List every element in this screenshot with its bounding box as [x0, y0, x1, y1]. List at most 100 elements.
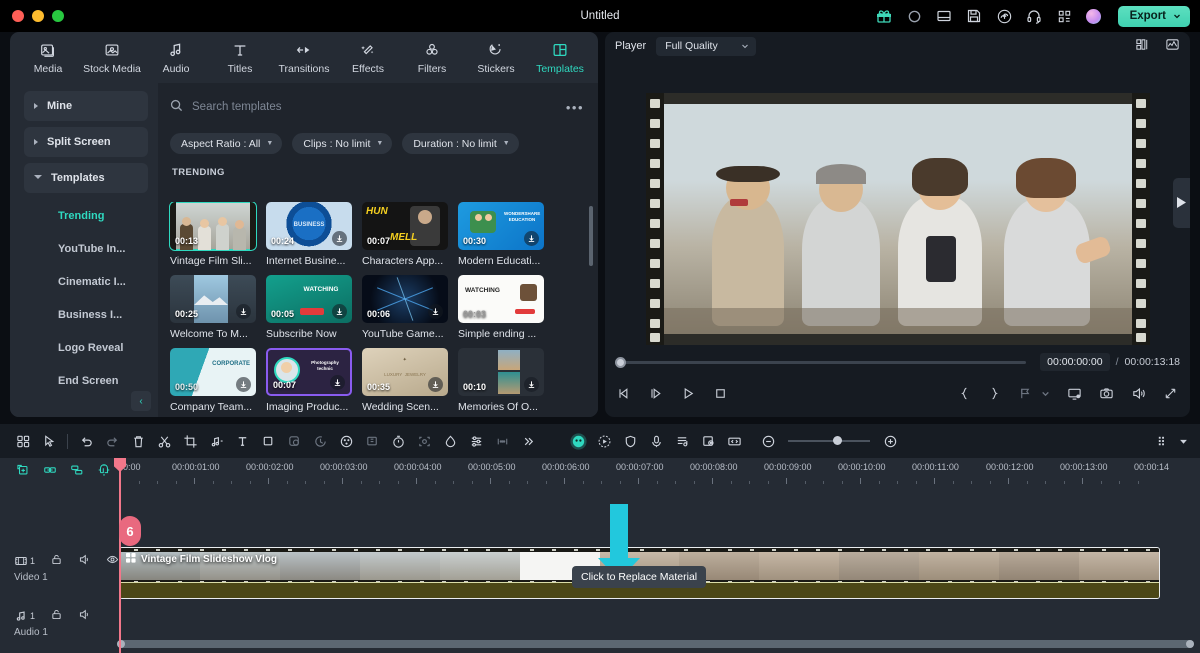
template-card[interactable]: WONDERSHARE EDUCATION 00:30 Modern Educat…	[458, 202, 544, 267]
stopwatch-icon[interactable]	[385, 428, 411, 454]
download-icon[interactable]	[236, 377, 251, 392]
template-card[interactable]: 00:06 YouTube Game...	[362, 275, 448, 340]
download-icon[interactable]	[428, 304, 443, 319]
tab-titles[interactable]: Titles	[208, 34, 272, 81]
render-grid-icon[interactable]	[1150, 428, 1176, 454]
chroma-key-icon[interactable]	[437, 428, 463, 454]
adjust-sliders-icon[interactable]	[463, 428, 489, 454]
zoom-slider-handle[interactable]	[833, 436, 843, 445]
mark-in-icon[interactable]	[958, 386, 971, 404]
filter-duration[interactable]: Duration : No limit ▼	[402, 133, 519, 154]
auto-reframe-icon[interactable]	[591, 428, 617, 454]
search-input[interactable]	[192, 101, 557, 113]
headset-icon[interactable]	[1026, 8, 1043, 25]
tab-stickers[interactable]: Stickers	[464, 34, 528, 81]
template-card[interactable]: 00:25 Welcome To M...	[170, 275, 256, 340]
sidebar-item-cinematic[interactable]: Cinematic I...	[24, 265, 148, 298]
layout-icon[interactable]	[936, 8, 953, 25]
sidebar-item-youtube-intro[interactable]: YouTube In...	[24, 232, 148, 265]
quality-select[interactable]: Full Quality	[656, 36, 757, 56]
screen-cast-icon[interactable]	[1067, 386, 1082, 404]
select-cursor-icon[interactable]	[36, 428, 62, 454]
eye-icon[interactable]	[106, 553, 119, 569]
shield-icon[interactable]	[617, 428, 643, 454]
speed-icon[interactable]	[307, 428, 333, 454]
stop-icon[interactable]	[713, 386, 728, 404]
prev-frame-icon[interactable]	[617, 386, 632, 404]
time-ruler[interactable]: 00:00 00:00:01:00 00:00:02:00 00:00:03:0…	[115, 458, 1200, 484]
preview-play-overlay-button[interactable]	[1173, 177, 1190, 228]
template-card[interactable]: WATCHING 00:03 Simple ending ...	[458, 275, 544, 340]
template-card[interactable]: WATCHING 00:05 Subscribe Now	[266, 275, 352, 340]
templates-scrollbar[interactable]	[589, 206, 593, 266]
playhead-marker-badge[interactable]: 6	[119, 516, 141, 546]
add-track-icon[interactable]	[16, 463, 30, 480]
tab-effects[interactable]: Effects	[336, 34, 400, 81]
undo-icon[interactable]	[73, 428, 99, 454]
template-card[interactable]: 00:13 Vintage Film Sli...	[169, 202, 257, 267]
sidebar-group-templates[interactable]: Templates	[24, 163, 148, 193]
split-screen-icon[interactable]	[721, 428, 747, 454]
export-button[interactable]: Export	[1117, 5, 1190, 27]
template-card[interactable]: HUN MELL 00:07 Characters App...	[362, 202, 448, 267]
sidebar-item-trending[interactable]: Trending	[24, 199, 148, 232]
template-card[interactable]: ✦ LUXURY JEWELRY 00:35 Wedding Scen...	[362, 348, 448, 413]
shape-icon[interactable]	[255, 428, 281, 454]
collapse-sidebar-button[interactable]: ‹	[131, 391, 151, 411]
audio-detach-icon[interactable]	[203, 428, 229, 454]
templates-grid[interactable]: 00:13 Vintage Film Sli... BUSINESS 00:24…	[158, 202, 598, 417]
ai-portrait-icon[interactable]	[565, 428, 591, 454]
zoom-slider[interactable]	[788, 436, 870, 445]
volume-icon[interactable]	[1131, 386, 1146, 404]
download-icon[interactable]	[428, 377, 443, 392]
seek-handle[interactable]	[615, 356, 626, 368]
chevron-down-icon[interactable]	[1176, 428, 1190, 454]
motion-track-icon[interactable]	[411, 428, 437, 454]
tab-audio[interactable]: Audio	[144, 34, 208, 81]
avatar[interactable]	[1085, 8, 1101, 24]
voiceover-icon[interactable]	[643, 428, 669, 454]
tab-filters[interactable]: Filters	[400, 34, 464, 81]
download-icon[interactable]	[332, 231, 347, 246]
waveform-scope-icon[interactable]	[1165, 37, 1180, 55]
template-card[interactable]: CORPORATE 00:50 Company Team...	[170, 348, 256, 413]
mark-out-icon[interactable]	[988, 386, 1001, 404]
step-back-icon[interactable]	[649, 386, 664, 404]
mask-icon[interactable]	[281, 428, 307, 454]
lock-icon[interactable]	[50, 553, 63, 569]
crop-icon[interactable]	[177, 428, 203, 454]
mute-icon[interactable]	[78, 553, 91, 569]
screen-record-icon[interactable]	[695, 428, 721, 454]
template-card[interactable]: BUSINESS 00:24 Internet Busine...	[266, 202, 352, 267]
marker-icon[interactable]	[1018, 386, 1033, 404]
fullscreen-icon[interactable]	[1163, 386, 1178, 404]
grid-apps-icon[interactable]	[1056, 8, 1073, 25]
track-header-audio-1[interactable]: 1 Audio 1	[14, 608, 91, 638]
template-card[interactable]: 00:10 Memories Of O...	[458, 348, 544, 413]
track-header-video-1[interactable]: 1 Video 1	[14, 553, 119, 583]
sidebar-item-business[interactable]: Business I...	[24, 298, 148, 331]
sidebar-item-logo-reveal[interactable]: Logo Reveal	[24, 331, 148, 364]
sidebar-group-split-screen[interactable]: Split Screen	[24, 127, 148, 157]
redo-icon[interactable]	[99, 428, 125, 454]
filter-clips[interactable]: Clips : No limit ▼	[292, 133, 393, 154]
plus-icon[interactable]	[877, 428, 903, 454]
download-icon[interactable]	[236, 304, 251, 319]
group-icon[interactable]	[70, 463, 84, 480]
sidebar-item-end-screen[interactable]: End Screen	[24, 364, 148, 397]
tab-templates[interactable]: Templates	[528, 34, 592, 81]
chevron-right-icon[interactable]	[515, 428, 541, 454]
more-options-button[interactable]: •••	[566, 100, 584, 115]
keyframe-icon[interactable]	[359, 428, 385, 454]
magnet-icon[interactable]	[97, 463, 111, 480]
mute-icon[interactable]	[78, 608, 91, 624]
tab-transitions[interactable]: Transitions	[272, 34, 336, 81]
cloud-upload-icon[interactable]	[996, 8, 1013, 25]
text-icon[interactable]	[229, 428, 255, 454]
record-circle-icon[interactable]	[906, 8, 923, 25]
timeline-horizontal-scrollbar[interactable]	[117, 640, 1194, 648]
playhead[interactable]	[114, 458, 126, 653]
grid-view-icon[interactable]	[10, 428, 36, 454]
download-icon[interactable]	[524, 231, 539, 246]
sidebar-group-mine[interactable]: Mine	[24, 91, 148, 121]
